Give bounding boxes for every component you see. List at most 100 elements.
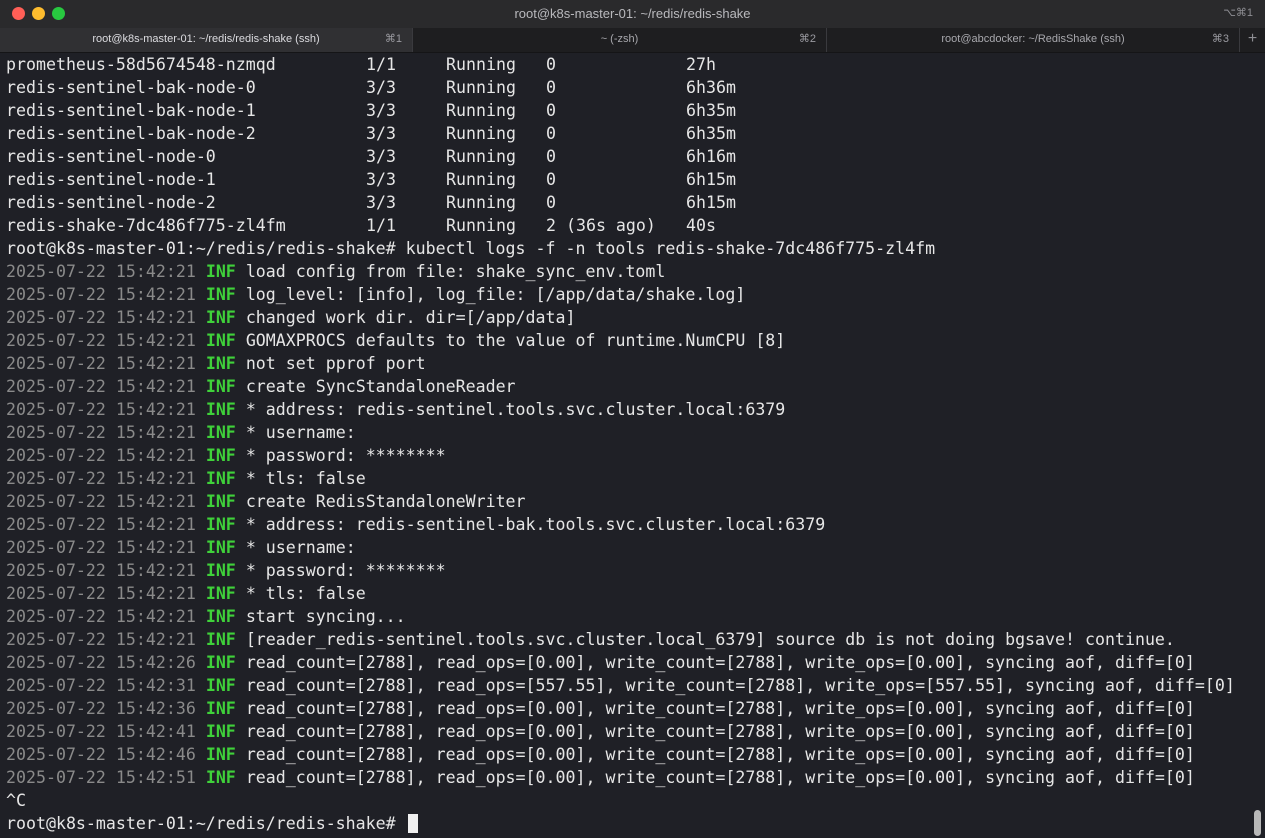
- log-timestamp: 2025-07-22 15:42:21: [6, 285, 196, 304]
- log-level: INF: [205, 630, 236, 649]
- pod-row: redis-sentinel-node-1 3/3 Running 0 6h15m: [6, 168, 1250, 191]
- pod-restarts: 0: [546, 193, 556, 212]
- pod-age: 6h35m: [686, 101, 736, 120]
- log-timestamp: 2025-07-22 15:42:21: [6, 308, 196, 327]
- tab-shortcut: ⌘2: [798, 33, 816, 45]
- log-timestamp: 2025-07-22 15:42:21: [6, 354, 196, 373]
- tab-k8s-master-ssh[interactable]: root@k8s-master-01: ~/redis/redis-shake …: [0, 28, 413, 52]
- log-line: 2025-07-22 15:42:21 INF start syncing...: [6, 605, 1250, 628]
- log-timestamp: 2025-07-22 15:42:21: [6, 469, 196, 488]
- log-message: GOMAXPROCS defaults to the value of runt…: [245, 331, 786, 350]
- log-timestamp: 2025-07-22 15:42:21: [6, 607, 196, 626]
- prompt-line[interactable]: root@k8s-master-01:~/redis/redis-shake#: [6, 812, 1250, 835]
- pod-restarts: 0: [546, 147, 556, 166]
- pod-status: Running: [446, 55, 516, 74]
- tab-zsh[interactable]: ~ (-zsh) ⌘2: [413, 28, 827, 52]
- log-level: INF: [205, 607, 236, 626]
- pod-name: redis-sentinel-node-0: [6, 147, 216, 166]
- log-level: INF: [205, 331, 236, 350]
- log-message: create RedisStandaloneWriter: [245, 492, 526, 511]
- log-timestamp: 2025-07-22 15:42:21: [6, 262, 196, 281]
- pod-age: 6h35m: [686, 124, 736, 143]
- interrupt-line: ^C: [6, 791, 26, 810]
- log-line: 2025-07-22 15:42:36 INF read_count=[2788…: [6, 697, 1250, 720]
- pod-status: Running: [446, 101, 516, 120]
- pod-ready: 1/1: [366, 55, 396, 74]
- log-level: INF: [205, 699, 236, 718]
- log-level: INF: [205, 308, 236, 327]
- log-timestamp: 2025-07-22 15:42:21: [6, 331, 196, 350]
- window-shortcut: ⌥⌘1: [1223, 7, 1253, 19]
- log-message: create SyncStandaloneReader: [245, 377, 516, 396]
- log-line: 2025-07-22 15:42:21 INF [reader_redis-se…: [6, 628, 1250, 651]
- log-level: INF: [205, 262, 236, 281]
- log-line: 2025-07-22 15:42:21 INF * tls: false: [6, 467, 1250, 490]
- log-level: INF: [205, 768, 236, 787]
- pod-name: redis-shake-7dc486f775-zl4fm: [6, 216, 286, 235]
- log-message: * password: ********: [245, 446, 446, 465]
- pod-status: Running: [446, 78, 516, 97]
- pod-ready: 3/3: [366, 78, 396, 97]
- log-message: * username:: [245, 423, 356, 442]
- window-title: root@k8s-master-01: ~/redis/redis-shake: [514, 6, 751, 21]
- log-line: 2025-07-22 15:42:21 INF changed work dir…: [6, 306, 1250, 329]
- pod-row: redis-sentinel-bak-node-0 3/3 Running 0 6h36…: [6, 76, 1250, 99]
- terminal-output[interactable]: prometheus-58d5674548-nzmqd 1/1 Running 0 27…: [0, 53, 1250, 838]
- log-timestamp: 2025-07-22 15:42:21: [6, 515, 196, 534]
- pod-row: redis-sentinel-bak-node-2 3/3 Running 0 6h35…: [6, 122, 1250, 145]
- pod-row: redis-sentinel-node-0 3/3 Running 0 6h16m: [6, 145, 1250, 168]
- pod-age: 6h15m: [686, 170, 736, 189]
- log-message: start syncing...: [245, 607, 406, 626]
- text-cursor: [407, 814, 418, 833]
- log-timestamp: 2025-07-22 15:42:36: [6, 699, 196, 718]
- log-message: read_count=[2788], read_ops=[0.00], writ…: [245, 699, 1195, 718]
- log-message: read_count=[2788], read_ops=[557.55], wr…: [245, 676, 1235, 695]
- log-level: INF: [205, 653, 236, 672]
- log-level: INF: [205, 745, 236, 764]
- tab-label: root@abcdocker: ~/RedisShake (ssh): [941, 33, 1125, 45]
- pod-name: redis-sentinel-node-2: [6, 193, 216, 212]
- pod-status: Running: [446, 147, 516, 166]
- pod-name: redis-sentinel-node-1: [6, 170, 216, 189]
- pod-row: prometheus-58d5674548-nzmqd 1/1 Running 0 27…: [6, 53, 1250, 76]
- log-line: 2025-07-22 15:42:21 INF not set pprof po…: [6, 352, 1250, 375]
- command-line: root@k8s-master-01:~/redis/redis-shake# …: [6, 239, 936, 258]
- pod-restarts: 0: [546, 124, 556, 143]
- log-message: read_count=[2788], read_ops=[0.00], writ…: [245, 653, 1195, 672]
- log-message: read_count=[2788], read_ops=[0.00], writ…: [245, 722, 1195, 741]
- scrollbar-thumb[interactable]: [1254, 810, 1261, 836]
- log-level: INF: [205, 722, 236, 741]
- log-line: 2025-07-22 15:42:21 INF create SyncStand…: [6, 375, 1250, 398]
- new-tab-plus-icon[interactable]: +: [1240, 28, 1265, 52]
- log-message: log_level: [info], log_file: [/app/data/…: [245, 285, 746, 304]
- log-timestamp: 2025-07-22 15:42:21: [6, 446, 196, 465]
- tab-shortcut: ⌘1: [384, 33, 402, 45]
- log-line: 2025-07-22 15:42:21 INF * password: ****…: [6, 444, 1250, 467]
- log-line: 2025-07-22 15:42:21 INF * address: redis…: [6, 398, 1250, 421]
- log-timestamp: 2025-07-22 15:42:46: [6, 745, 196, 764]
- terminal-scrollbar[interactable]: [1253, 53, 1262, 838]
- log-line: 2025-07-22 15:42:41 INF read_count=[2788…: [6, 720, 1250, 743]
- log-timestamp: 2025-07-22 15:42:31: [6, 676, 196, 695]
- pod-restarts: 0: [546, 170, 556, 189]
- log-message: * tls: false: [245, 469, 366, 488]
- pod-name: redis-sentinel-bak-node-0: [6, 78, 256, 97]
- log-timestamp: 2025-07-22 15:42:21: [6, 423, 196, 442]
- pod-restarts: 0: [546, 78, 556, 97]
- log-timestamp: 2025-07-22 15:42:21: [6, 492, 196, 511]
- log-line: 2025-07-22 15:42:21 INF * password: ****…: [6, 559, 1250, 582]
- log-level: INF: [205, 515, 236, 534]
- terminal-window: root@k8s-master-01: ~/redis/redis-shake …: [0, 0, 1265, 838]
- pod-status: Running: [446, 124, 516, 143]
- shell-prompt: root@k8s-master-01:~/redis/redis-shake#: [6, 814, 396, 833]
- pod-age: 40s: [686, 216, 716, 235]
- pod-age: 6h15m: [686, 193, 736, 212]
- title-bar[interactable]: root@k8s-master-01: ~/redis/redis-shake …: [0, 0, 1265, 28]
- tab-abcdocker-ssh[interactable]: root@abcdocker: ~/RedisShake (ssh) ⌘3: [827, 28, 1240, 52]
- pod-status: Running: [446, 216, 516, 235]
- log-timestamp: 2025-07-22 15:42:51: [6, 768, 196, 787]
- pod-row: redis-sentinel-node-2 3/3 Running 0 6h15m: [6, 191, 1250, 214]
- log-line: 2025-07-22 15:42:26 INF read_count=[2788…: [6, 651, 1250, 674]
- log-line: 2025-07-22 15:42:31 INF read_count=[2788…: [6, 674, 1250, 697]
- pod-row: redis-sentinel-bak-node-1 3/3 Running 0 6h35…: [6, 99, 1250, 122]
